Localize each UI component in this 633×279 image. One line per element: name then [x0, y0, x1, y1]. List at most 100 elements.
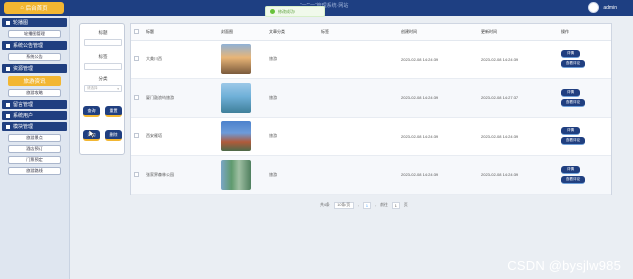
cell-tag [318, 78, 398, 118]
cell-updated: 2023-02-08 14:24:39 [478, 155, 558, 195]
menu-head-resource[interactable]: 资源管理 [2, 64, 67, 73]
header-tag: 标签 [318, 24, 398, 41]
row-checkbox[interactable] [134, 94, 139, 100]
table-row: 厦门鼓浪屿旅游 旅游 2023-02-08 14:24:39 2023-02-0… [131, 78, 611, 118]
grid-icon [6, 124, 10, 129]
table-row: 张家界森林公园 旅游 2023-02-08 14:24:39 2023-02-0… [131, 155, 611, 195]
goto-input[interactable]: 1 [391, 202, 400, 209]
sidebar: 轮播图 轮播图管理 系统公告管理 系统公告 资源管理 旅游资讯 旅游攻略 留言管… [0, 16, 70, 279]
header-title[interactable]: 标题 [143, 24, 218, 41]
menu-group-resource: 资源管理 旅游资讯 旅游攻略 [0, 64, 69, 97]
watermark: CSDN @bysjlw985 [507, 258, 621, 273]
detail-button[interactable]: 详情 [561, 165, 580, 174]
menu-head-users[interactable]: 系统用户 [2, 111, 67, 120]
menu-head-modules[interactable]: 模块管理 [2, 122, 67, 131]
username: admin [603, 4, 617, 11]
menu-head-message[interactable]: 留言管理 [2, 100, 67, 109]
view-comments-button[interactable]: 查看评论 [561, 137, 585, 146]
sidebar-item-carousel[interactable]: 轮播图管理 [8, 30, 61, 38]
tag-label: 标签 [98, 54, 108, 59]
cell-tag [318, 117, 398, 156]
chevron-down-icon: ▾ [117, 86, 119, 91]
menu-group-carousel: 轮播图 轮播图管理 [0, 18, 69, 38]
total-count: 共4条 [320, 203, 330, 207]
table-row: 西安雁塔 旅游 2023-02-08 14:24:39 2023-02-08 1… [131, 117, 611, 156]
sidebar-item-route[interactable]: 旅游路线 [8, 167, 61, 175]
table-header-row: 标题 封面图 文章分类 标签 创建时间 更新时间 操作 [131, 24, 611, 41]
home-button[interactable]: ⌂ 后台首页 [4, 2, 64, 14]
cell-created: 2023-02-08 14:24:39 [398, 78, 478, 118]
pagination: 共4条 10条/页 ‹ 1 › 前往 1 页 [320, 202, 408, 209]
view-comments-button[interactable]: 查看评论 [561, 175, 585, 184]
sidebar-item-notice[interactable]: 系统公告 [8, 53, 61, 61]
detail-button[interactable]: 详情 [561, 127, 580, 136]
view-comments-button[interactable]: 查看评论 [561, 98, 585, 107]
sidebar-item-news[interactable]: 旅游资讯 [8, 76, 61, 86]
success-icon [270, 9, 275, 14]
header-actions: 操作 [558, 24, 611, 41]
sidebar-item-guide[interactable]: 旅游攻略 [8, 89, 61, 97]
grid-icon [6, 102, 10, 107]
sidebar-item-hotel[interactable]: 酒店预订 [8, 145, 61, 153]
cover-thumbnail [221, 159, 251, 190]
cell-updated: 2023-02-08 14:24:39 [478, 117, 558, 156]
delete-button[interactable]: 删除 [105, 130, 122, 141]
header-updated[interactable]: 更新时间 [478, 24, 558, 41]
title-input[interactable] [84, 39, 122, 46]
sidebar-item-spots[interactable]: 旅游景点 [8, 134, 61, 142]
header-category[interactable]: 文章分类 [266, 24, 318, 41]
goto-prefix: 前往 [380, 203, 388, 207]
menu-head-carousel[interactable]: 轮播图 [2, 18, 67, 27]
select-all-cell [131, 24, 143, 41]
sidebar-item-ticket[interactable]: 门票预定 [8, 156, 61, 164]
cell-category: 旅游 [266, 40, 318, 79]
header-created[interactable]: 创建时间 [398, 24, 478, 41]
cell-tag [318, 40, 398, 79]
view-comments-button[interactable]: 查看评论 [561, 60, 585, 69]
success-toast: 修改成功! [265, 6, 325, 17]
grid-icon [6, 66, 10, 71]
cell-category: 旅游 [266, 117, 318, 156]
cell-created: 2023-02-08 14:24:39 [398, 155, 478, 195]
header-cover: 封面图 [218, 24, 266, 41]
user-icon [6, 113, 10, 118]
mouse-cursor-icon [89, 130, 95, 138]
next-page-icon[interactable]: › [375, 204, 376, 208]
search-panel: 标题 标签 分类 请选择 ▾ 查询 重置 添加 删除 [79, 23, 125, 155]
menu-group-notice: 系统公告管理 系统公告 [0, 41, 69, 61]
detail-button[interactable]: 详情 [561, 50, 580, 59]
row-checkbox[interactable] [134, 171, 139, 177]
home-label: 后台首页 [25, 6, 48, 12]
row-checkbox[interactable] [134, 56, 139, 62]
reset-button[interactable]: 重置 [105, 106, 122, 117]
data-table: 标题 封面图 文章分类 标签 创建时间 更新时间 操作 大美川西 旅游 2023… [130, 23, 612, 195]
table-row: 大美川西 旅游 2023-02-08 14:24:39 2023-02-08 1… [131, 40, 611, 79]
cell-updated: 2023-02-08 14:24:39 [478, 40, 558, 79]
cover-thumbnail [221, 82, 251, 113]
tag-input[interactable] [84, 63, 122, 70]
cell-title: 大美川西 [143, 40, 218, 79]
goto-suffix: 页 [403, 203, 408, 207]
cell-title: 张家界森林公园 [143, 155, 218, 195]
menu-group-message: 留言管理 [0, 100, 69, 109]
detail-button[interactable]: 详情 [561, 88, 580, 97]
menu-group-users: 系统用户 [0, 111, 69, 120]
cell-tag [318, 155, 398, 195]
row-checkbox[interactable] [134, 133, 139, 139]
cell-title: 厦门鼓浪屿旅游 [143, 78, 218, 118]
query-button[interactable]: 查询 [83, 106, 100, 117]
page-size-select[interactable]: 10条/页 [333, 202, 354, 209]
select-all-checkbox[interactable] [134, 28, 139, 34]
category-label: 分类 [98, 76, 108, 81]
grid-icon [6, 43, 10, 48]
page-number[interactable]: 1 [362, 202, 371, 209]
menu-group-modules: 模块管理 旅游景点 酒店预订 门票预定 旅游路线 [0, 122, 69, 175]
user-menu[interactable]: admin [588, 2, 617, 13]
category-select[interactable]: 请选择 ▾ [84, 85, 122, 92]
cell-title: 西安雁塔 [143, 117, 218, 156]
prev-page-icon[interactable]: ‹ [358, 204, 359, 208]
menu-head-notice[interactable]: 系统公告管理 [2, 41, 67, 50]
cover-thumbnail [221, 44, 251, 75]
title-label: 标题 [98, 30, 108, 35]
avatar[interactable] [588, 2, 600, 13]
